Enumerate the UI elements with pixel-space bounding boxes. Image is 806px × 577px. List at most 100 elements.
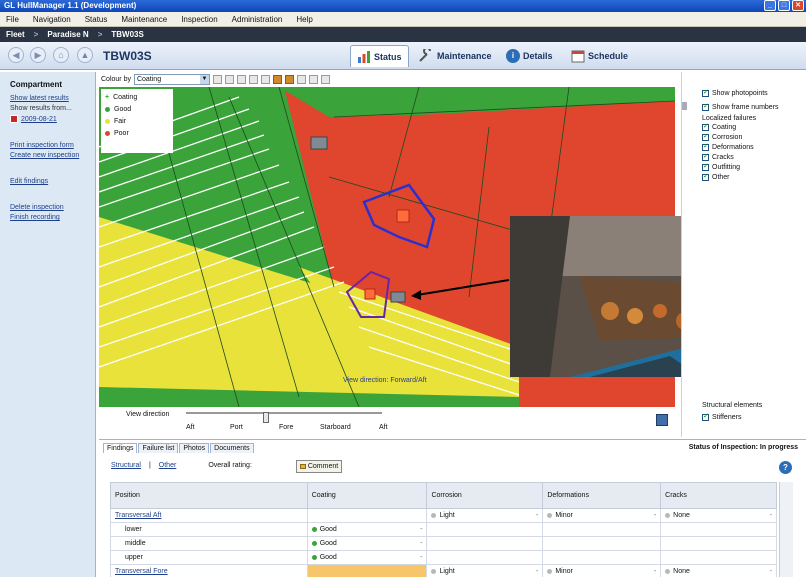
dropdown-caret-icon[interactable]: - bbox=[420, 526, 422, 533]
inspection-date-row[interactable]: 2009-08-21 bbox=[10, 115, 85, 123]
home-icon[interactable]: ⌂ bbox=[53, 47, 69, 63]
position-cell[interactable]: lower bbox=[110, 522, 308, 537]
close-icon[interactable]: ✕ bbox=[792, 0, 804, 11]
corrosion-cell[interactable] bbox=[426, 550, 544, 565]
breadcrumb-vessel[interactable]: Paradise N bbox=[47, 30, 88, 39]
stiffeners-checkbox[interactable]: Stiffeners bbox=[702, 412, 741, 422]
corrosion-cell[interactable] bbox=[426, 522, 544, 537]
dropdown-caret-icon[interactable]: - bbox=[654, 568, 656, 575]
position-cell[interactable]: Transversal Aft bbox=[110, 508, 308, 523]
view-direction-slider[interactable] bbox=[186, 412, 382, 423]
cracks-cell[interactable] bbox=[660, 550, 777, 565]
tab-documents[interactable]: Documents bbox=[210, 443, 254, 453]
checkbox-box[interactable] bbox=[702, 412, 709, 421]
failure-cracks-checkbox[interactable]: Cracks bbox=[702, 152, 802, 162]
tab-findings[interactable]: Findings bbox=[103, 443, 138, 453]
corrosion-cell[interactable] bbox=[426, 536, 544, 551]
checkbox-box[interactable] bbox=[702, 172, 709, 181]
menu-administration[interactable]: Administration bbox=[232, 15, 283, 24]
coating-cell[interactable]: Good - bbox=[306, 522, 428, 537]
menu-status[interactable]: Status bbox=[85, 15, 108, 24]
position-cell[interactable]: middle bbox=[110, 536, 308, 551]
checkbox-box[interactable] bbox=[702, 88, 709, 97]
structural-link[interactable]: Structural bbox=[111, 462, 141, 469]
checkbox-box[interactable] bbox=[702, 132, 709, 141]
failure-other-checkbox[interactable]: Other bbox=[702, 172, 802, 182]
panel-splitter-handle[interactable] bbox=[682, 102, 687, 110]
column-header-cracks[interactable]: Cracks bbox=[660, 482, 777, 509]
cracks-cell[interactable] bbox=[660, 522, 777, 537]
print-inspection-form-link[interactable]: Print inspection form bbox=[10, 142, 85, 149]
other-link[interactable]: Other bbox=[159, 462, 177, 469]
comment-button[interactable]: Comment bbox=[296, 460, 342, 473]
dropdown-caret-icon[interactable]: - bbox=[654, 512, 656, 519]
back-arrow-icon[interactable]: ◀ bbox=[8, 47, 24, 63]
failure-corrosion-checkbox[interactable]: Corrosion bbox=[702, 132, 802, 142]
forward-arrow-icon[interactable]: ▶ bbox=[30, 47, 46, 63]
tab-failure-list[interactable]: Failure list bbox=[138, 443, 179, 453]
cracks-cell[interactable]: None - bbox=[660, 508, 777, 523]
show-latest-results-link[interactable]: Show latest results bbox=[10, 95, 85, 102]
menu-maintenance[interactable]: Maintenance bbox=[121, 15, 167, 24]
help-icon[interactable]: ? bbox=[779, 461, 792, 474]
chevron-down-icon[interactable]: ▼ bbox=[199, 74, 209, 84]
tab-schedule[interactable]: Schedule bbox=[565, 45, 634, 67]
tab-details[interactable]: i Details bbox=[500, 45, 559, 67]
dropdown-caret-icon[interactable]: - bbox=[770, 512, 772, 519]
edit-findings-link[interactable]: Edit findings bbox=[10, 178, 85, 185]
checkbox-box[interactable] bbox=[702, 122, 709, 131]
minimize-icon[interactable]: _ bbox=[764, 0, 776, 11]
dropdown-caret-icon[interactable]: - bbox=[420, 554, 422, 561]
up-level-icon[interactable]: ▲ bbox=[77, 47, 93, 63]
position-cell[interactable]: upper bbox=[110, 550, 308, 565]
table-row[interactable]: lower Good - bbox=[110, 522, 777, 537]
tab-status[interactable]: Status bbox=[350, 45, 409, 67]
show-photopoints-checkbox[interactable]: Show photopoints bbox=[702, 88, 802, 98]
breadcrumb-fleet[interactable]: Fleet bbox=[6, 30, 25, 39]
delete-inspection-link[interactable]: Delete inspection bbox=[10, 204, 85, 211]
position-cell[interactable]: Transversal Fore bbox=[110, 564, 308, 577]
deformations-cell[interactable]: Minor - bbox=[542, 564, 662, 577]
menu-inspection[interactable]: Inspection bbox=[181, 15, 217, 24]
pointer-icon[interactable] bbox=[212, 74, 222, 84]
deformations-cell[interactable] bbox=[542, 536, 662, 551]
cracks-cell[interactable] bbox=[660, 536, 777, 551]
checkbox-box[interactable] bbox=[702, 142, 709, 151]
deformations-cell[interactable]: Minor - bbox=[542, 508, 662, 523]
column-header-corrosion[interactable]: Corrosion bbox=[426, 482, 544, 509]
deformations-cell[interactable] bbox=[542, 522, 662, 537]
coating-cell[interactable] bbox=[306, 508, 428, 523]
table-row[interactable]: Transversal Fore Light - Minor - None - bbox=[110, 564, 777, 577]
box-icon[interactable] bbox=[272, 74, 282, 84]
dropdown-caret-icon[interactable]: - bbox=[536, 568, 538, 575]
corrosion-cell[interactable]: Light - bbox=[426, 508, 544, 523]
table-row[interactable]: upper Good - bbox=[110, 550, 777, 565]
coating-cell[interactable]: Good - bbox=[306, 550, 428, 565]
checkbox-box[interactable] bbox=[702, 162, 709, 171]
corrosion-cell[interactable]: Light - bbox=[426, 564, 544, 577]
screenshot-icon[interactable] bbox=[656, 414, 668, 426]
checkbox-box[interactable] bbox=[702, 152, 709, 161]
create-new-inspection-link[interactable]: Create new inspection bbox=[10, 152, 85, 159]
hand-icon[interactable] bbox=[224, 74, 234, 84]
tab-photos[interactable]: Photos bbox=[179, 443, 210, 453]
legend-expand-icon[interactable]: + bbox=[105, 94, 109, 101]
menu-help[interactable]: Help bbox=[296, 15, 312, 24]
coating-cell[interactable]: Good - bbox=[306, 536, 428, 551]
tab-maintenance[interactable]: Maintenance bbox=[412, 45, 498, 67]
check-icon[interactable] bbox=[248, 74, 258, 84]
cracks-cell[interactable]: None - bbox=[660, 564, 777, 577]
dropdown-caret-icon[interactable]: - bbox=[420, 540, 422, 547]
findings-scrollbar[interactable] bbox=[779, 482, 793, 577]
failure-deformations-checkbox[interactable]: Deformations bbox=[702, 142, 802, 152]
maximize-icon[interactable]: □ bbox=[778, 0, 790, 11]
checkbox-box[interactable] bbox=[702, 102, 709, 111]
deformations-cell[interactable] bbox=[542, 550, 662, 565]
show-frame-numbers-checkbox[interactable]: Show frame numbers bbox=[702, 102, 802, 112]
pen-icon[interactable] bbox=[236, 74, 246, 84]
failure-coating-checkbox[interactable]: Coating bbox=[702, 122, 802, 132]
failure-outfitting-checkbox[interactable]: Outfitting bbox=[702, 162, 802, 172]
menu-navigation[interactable]: Navigation bbox=[33, 15, 71, 24]
column-header-position[interactable]: Position bbox=[110, 482, 308, 509]
colour-by-select[interactable]: Coating ▼ bbox=[133, 73, 210, 85]
